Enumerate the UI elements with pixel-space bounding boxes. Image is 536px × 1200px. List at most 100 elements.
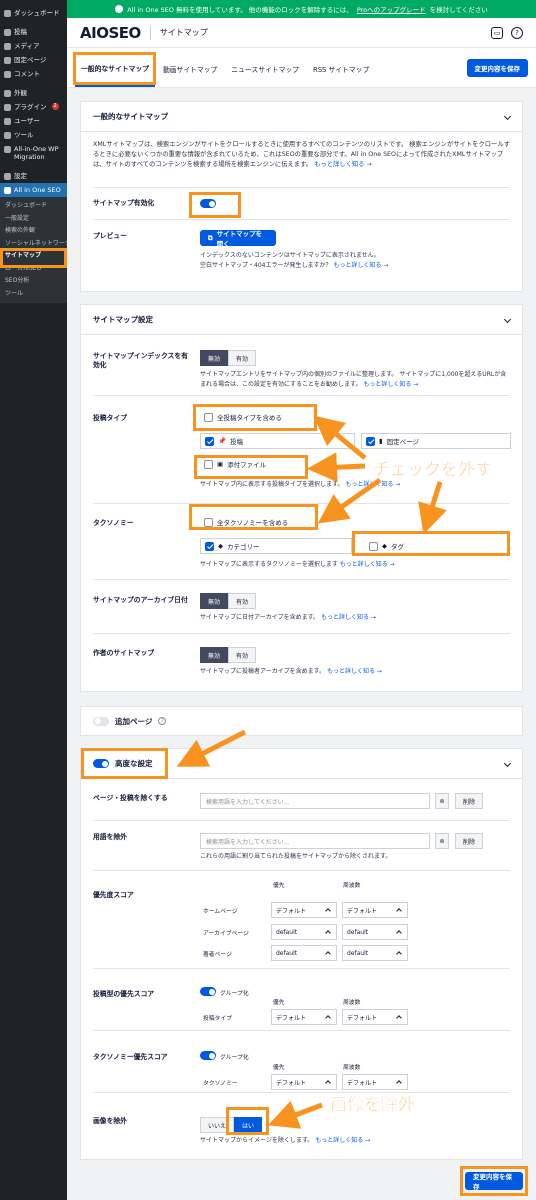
card-header[interactable]: 高度な設定: [81, 749, 522, 779]
taxonomies-label: タクソノミー: [93, 519, 134, 527]
card-header[interactable]: サイトマップ設定: [81, 305, 522, 335]
exclude-images-toggle-group: いいえ はい: [200, 1117, 263, 1133]
author-toggle-group: 無効 有効: [200, 647, 257, 663]
sidebar-item-users[interactable]: ユーザー: [0, 114, 67, 128]
post-type-post[interactable]: 📌 投稿: [200, 433, 355, 449]
home-priority-select[interactable]: デフォルト: [271, 902, 337, 918]
tax-frequency-select[interactable]: デフォルト: [342, 1074, 408, 1090]
author-priority-select[interactable]: default: [271, 945, 337, 961]
home-frequency-select[interactable]: デフォルト: [342, 902, 408, 918]
sidebar-item-dashboard[interactable]: ダッシュボード: [0, 6, 67, 20]
sidebar-item-comments[interactable]: コメント: [0, 67, 67, 81]
tab-general-sitemap[interactable]: 一般的なサイトマップ: [75, 49, 155, 87]
sitemap-intro: XMLサイトマップは、検索エンジンがサイトをクロールするときに使用するすべてのコ…: [93, 141, 510, 168]
checkbox[interactable]: [204, 517, 213, 527]
sidebar-item-appearance[interactable]: 外観: [0, 86, 67, 100]
sidebar-item-pages[interactable]: 固定ページ: [0, 53, 67, 67]
post-group-toggle[interactable]: [200, 987, 216, 996]
upgrade-link[interactable]: Proへのアップグレード: [357, 4, 426, 14]
author-frequency-select[interactable]: default: [342, 945, 408, 961]
post-type-page[interactable]: ▮ 固定ページ: [361, 433, 511, 449]
index-off-button[interactable]: 無効: [200, 350, 229, 366]
search-icon[interactable]: ⊚: [435, 793, 449, 809]
archive-off-button[interactable]: 無効: [200, 593, 229, 609]
additional-pages-toggle[interactable]: [93, 716, 109, 726]
learn-more-link[interactable]: もっと詳しく知る →: [327, 668, 382, 675]
checkbox-checked[interactable]: [366, 436, 375, 446]
checkbox[interactable]: [204, 459, 213, 469]
taxonomy-category[interactable]: ◆ カテゴリー: [200, 538, 352, 554]
submenu-general[interactable]: 一般設定: [0, 213, 67, 226]
sidebar-item-plugins[interactable]: プラグイン 2: [0, 100, 67, 114]
tab-video-sitemap[interactable]: 動画サイトマップ: [157, 50, 223, 86]
checkbox[interactable]: [369, 541, 378, 551]
taxonomy-tag[interactable]: ◆ タグ: [365, 538, 510, 554]
post-types-label: 投稿タイプ: [93, 414, 127, 422]
tab-news-sitemap[interactable]: ニュースサイトマップ: [225, 50, 305, 86]
index-on-button[interactable]: 有効: [228, 350, 257, 366]
checkbox-checked[interactable]: [205, 541, 214, 551]
submenu-local-seo[interactable]: ローカルSEO: [0, 263, 67, 276]
sidebar-item-aioseo[interactable]: All in One SEO: [0, 183, 67, 197]
learn-more-link[interactable]: もっと詳しく知る →: [314, 161, 372, 168]
sidebar-item-migration[interactable]: All-in-One WP Migration: [0, 142, 67, 164]
learn-more-link[interactable]: もっと詳しく知る →: [333, 262, 388, 269]
sidebar-item-settings[interactable]: 設定: [0, 169, 67, 183]
author-on-button[interactable]: 有効: [228, 647, 257, 663]
archive-on-button[interactable]: 有効: [228, 593, 257, 609]
tab-rss-sitemap[interactable]: RSS サイトマップ: [307, 50, 375, 86]
post-type-priority-select[interactable]: デフォルト: [271, 1009, 337, 1025]
archive-priority-select[interactable]: default: [271, 924, 337, 940]
learn-more-link[interactable]: もっと詳しく知る →: [363, 381, 418, 388]
tax-priority-select[interactable]: デフォルト: [271, 1074, 337, 1090]
learn-more-link[interactable]: もっと詳しく知る →: [321, 614, 376, 621]
enable-sitemap-toggle[interactable]: [200, 199, 216, 208]
save-button-bottom[interactable]: 変更内容を保存: [465, 1172, 523, 1191]
learn-more-link[interactable]: もっと詳しく知る →: [345, 481, 400, 488]
row-archive: アーカイブページ: [203, 931, 249, 937]
sidebar-item-media[interactable]: メディア: [0, 39, 67, 53]
submenu-search-appearance[interactable]: 検索の外観: [0, 225, 67, 238]
search-icon[interactable]: ⊚: [435, 833, 449, 849]
help-icon[interactable]: ?: [158, 717, 167, 725]
delete-button[interactable]: 削除: [455, 833, 483, 849]
include-all-taxonomies[interactable]: 全タクソノミーを含める: [200, 514, 293, 530]
advanced-toggle[interactable]: [93, 759, 109, 768]
exclude-terms-input[interactable]: 検索用語を入力してください...: [200, 833, 430, 849]
exclude-posts-input[interactable]: 検索用語を入力してください...: [200, 793, 430, 809]
archive-frequency-select[interactable]: default: [342, 924, 408, 940]
aioseo-icon: [4, 187, 11, 194]
plugin-icon: [4, 104, 11, 111]
checkbox[interactable]: [204, 412, 213, 422]
learn-more-link[interactable]: もっと詳しく知る →: [340, 561, 395, 568]
help-icon[interactable]: ?: [511, 26, 523, 39]
include-all-post-types[interactable]: 全投稿タイプを含める: [200, 409, 286, 425]
save-button-top[interactable]: 変更内容を保存: [466, 58, 528, 77]
exclude-images-yes-button[interactable]: はい: [234, 1117, 263, 1133]
open-sitemap-button[interactable]: ⧉ サイトマップを開く: [200, 230, 276, 248]
external-link-icon: ⧉: [208, 233, 213, 242]
inbox-icon[interactable]: ▭: [491, 26, 503, 39]
delete-button[interactable]: 削除: [455, 793, 483, 809]
author-off-button[interactable]: 無効: [200, 647, 229, 663]
card-header[interactable]: 一般的なサイトマップ: [81, 102, 522, 132]
tax-group-toggle[interactable]: [200, 1051, 216, 1060]
exclude-images-label: 画像を除外: [93, 1117, 127, 1125]
exclude-images-no-button[interactable]: いいえ: [200, 1117, 235, 1133]
post-type-attachment[interactable]: ▣ 添付ファイル: [200, 456, 310, 472]
submenu-dashboard[interactable]: ダッシュボード: [0, 200, 67, 213]
learn-more-link[interactable]: もっと詳しく知る →: [315, 1137, 370, 1144]
submenu-social[interactable]: ソーシャルネットワーク: [0, 238, 67, 251]
sidebar-item-posts[interactable]: 投稿: [0, 25, 67, 39]
exclude-posts-label: ページ・投稿を除くする: [93, 794, 168, 802]
submenu-sitemap[interactable]: サイトマップ: [0, 250, 67, 263]
annotation-exclude-images: 画像を除外: [330, 1095, 415, 1115]
checkbox-checked[interactable]: [205, 436, 214, 446]
sidebar-item-tools[interactable]: ツール: [0, 128, 67, 142]
promo-bar: All in One SEO 無料を使用しています。 他の機能のロックを解除する…: [67, 0, 536, 18]
submenu-tools[interactable]: ツール: [0, 288, 67, 301]
pin-icon: 📌: [218, 437, 227, 445]
exclude-terms-label: 用語を除外: [93, 833, 127, 841]
post-type-frequency-select[interactable]: デフォルト: [342, 1009, 408, 1025]
submenu-seo-analysis[interactable]: SEO分析: [0, 275, 67, 288]
